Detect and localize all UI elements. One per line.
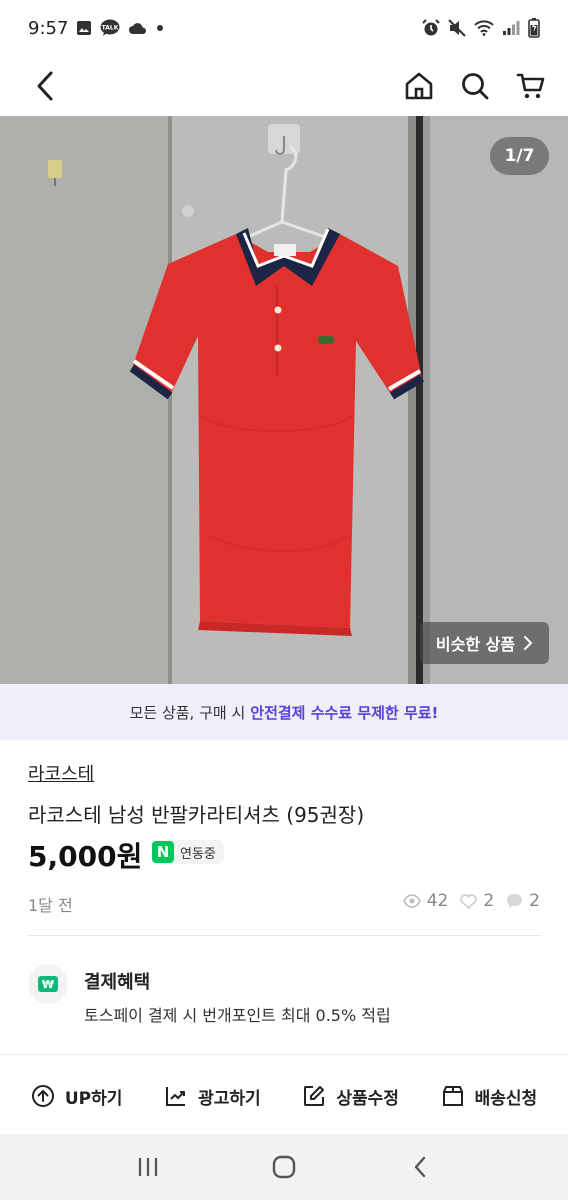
system-navigation-bar (0, 1134, 568, 1200)
clock: 9:57 (28, 17, 69, 39)
mute-icon (448, 19, 466, 37)
product-stats: 42 2 2 (402, 891, 540, 911)
chevron-left-icon (37, 71, 53, 101)
shipping-request-button[interactable]: 배송신청 (441, 1084, 538, 1109)
search-icon (462, 73, 489, 100)
product-photo[interactable] (0, 116, 568, 684)
top-navigation (0, 56, 568, 116)
recents-button[interactable] (126, 1145, 170, 1189)
up-button[interactable]: UP하기 (31, 1084, 123, 1109)
chats-stat: 2 (506, 891, 540, 911)
kakao-talk-icon: TALK (100, 19, 120, 37)
edit-product-button[interactable]: 상품수정 (302, 1084, 399, 1109)
status-bar: 9:57 TALK (0, 0, 568, 56)
cloud-icon (128, 21, 148, 35)
promo-highlight: 안전결제 수수료 무제한 무료! (250, 703, 439, 722)
search-button[interactable] (458, 69, 492, 103)
arrow-up-circle-icon (31, 1085, 54, 1107)
promo-banner[interactable]: 모든 상품, 구매 시 안전결제 수수료 무제한 무료! (0, 684, 568, 740)
posted-time: 1달 전 (28, 896, 73, 915)
naver-sync-badge: N 연동중 (152, 840, 224, 864)
box-icon (442, 1086, 463, 1106)
views-count: 42 (426, 891, 449, 911)
home-icon (405, 72, 433, 100)
cart-icon (516, 73, 545, 99)
brand-link[interactable]: 라코스테 (28, 760, 94, 786)
kakao-label: TALK (102, 25, 119, 32)
payment-benefit-icon: ₩ (28, 964, 68, 1004)
product-price: 5,000원 (28, 840, 143, 873)
views-stat: 42 (402, 891, 449, 911)
eye-icon (402, 894, 421, 908)
product-photo-image (0, 116, 568, 684)
similar-products-label: 비슷한 상품 (435, 635, 516, 654)
system-home-button[interactable] (262, 1145, 306, 1189)
likes-count: 2 (483, 891, 495, 911)
promo-text: 모든 상품, 구매 시 (129, 703, 246, 722)
signal-icon (502, 20, 520, 36)
chats-count: 2 (529, 891, 540, 911)
gallery-icon (76, 20, 92, 36)
shipping-request-label: 배송신청 (474, 1088, 538, 1109)
status-right (422, 18, 540, 38)
svg-text:₩: ₩ (42, 978, 54, 991)
back-button[interactable] (28, 69, 62, 103)
advertise-button[interactable]: 광고하기 (164, 1084, 261, 1109)
system-back-button[interactable] (398, 1145, 442, 1189)
chevron-right-icon (524, 636, 533, 650)
naver-sync-label: 연동중 (180, 846, 216, 862)
nav-actions (402, 69, 548, 103)
home-button[interactable] (402, 69, 436, 103)
heart-icon (460, 893, 478, 909)
section-divider (28, 935, 542, 936)
wifi-icon (474, 20, 494, 36)
photo-page-counter: 1/7 (490, 137, 549, 175)
actions-divider (0, 1054, 568, 1055)
chat-bubble-icon (507, 894, 523, 908)
up-label: UP하기 (64, 1088, 123, 1109)
recents-icon (138, 1158, 158, 1176)
trend-chart-icon (166, 1087, 186, 1106)
payment-benefit-title: 결제혜택 (84, 972, 151, 993)
back-icon (414, 1156, 426, 1178)
payment-benefit-description: 토스페이 결제 시 번개포인트 최대 0.5% 적립 (84, 1006, 391, 1025)
alarm-icon (422, 19, 440, 37)
similar-products-button[interactable]: 비슷한 상품 (420, 622, 549, 664)
dot-icon (156, 24, 164, 32)
home-circle-icon (272, 1155, 296, 1179)
status-left: 9:57 TALK (28, 18, 164, 39)
product-title: 라코스테 남성 반팔카라티셔츠 (95권장) (28, 803, 365, 827)
battery-icon (528, 18, 540, 38)
cart-button[interactable] (514, 69, 548, 103)
edit-icon (304, 1086, 325, 1106)
edit-product-label: 상품수정 (336, 1088, 399, 1109)
likes-stat: 2 (460, 891, 494, 911)
naver-logo-icon: N (152, 841, 174, 863)
advertise-label: 광고하기 (198, 1088, 261, 1109)
seller-action-bar: UP하기 광고하기 상품수정 배송신청 (0, 1062, 568, 1130)
